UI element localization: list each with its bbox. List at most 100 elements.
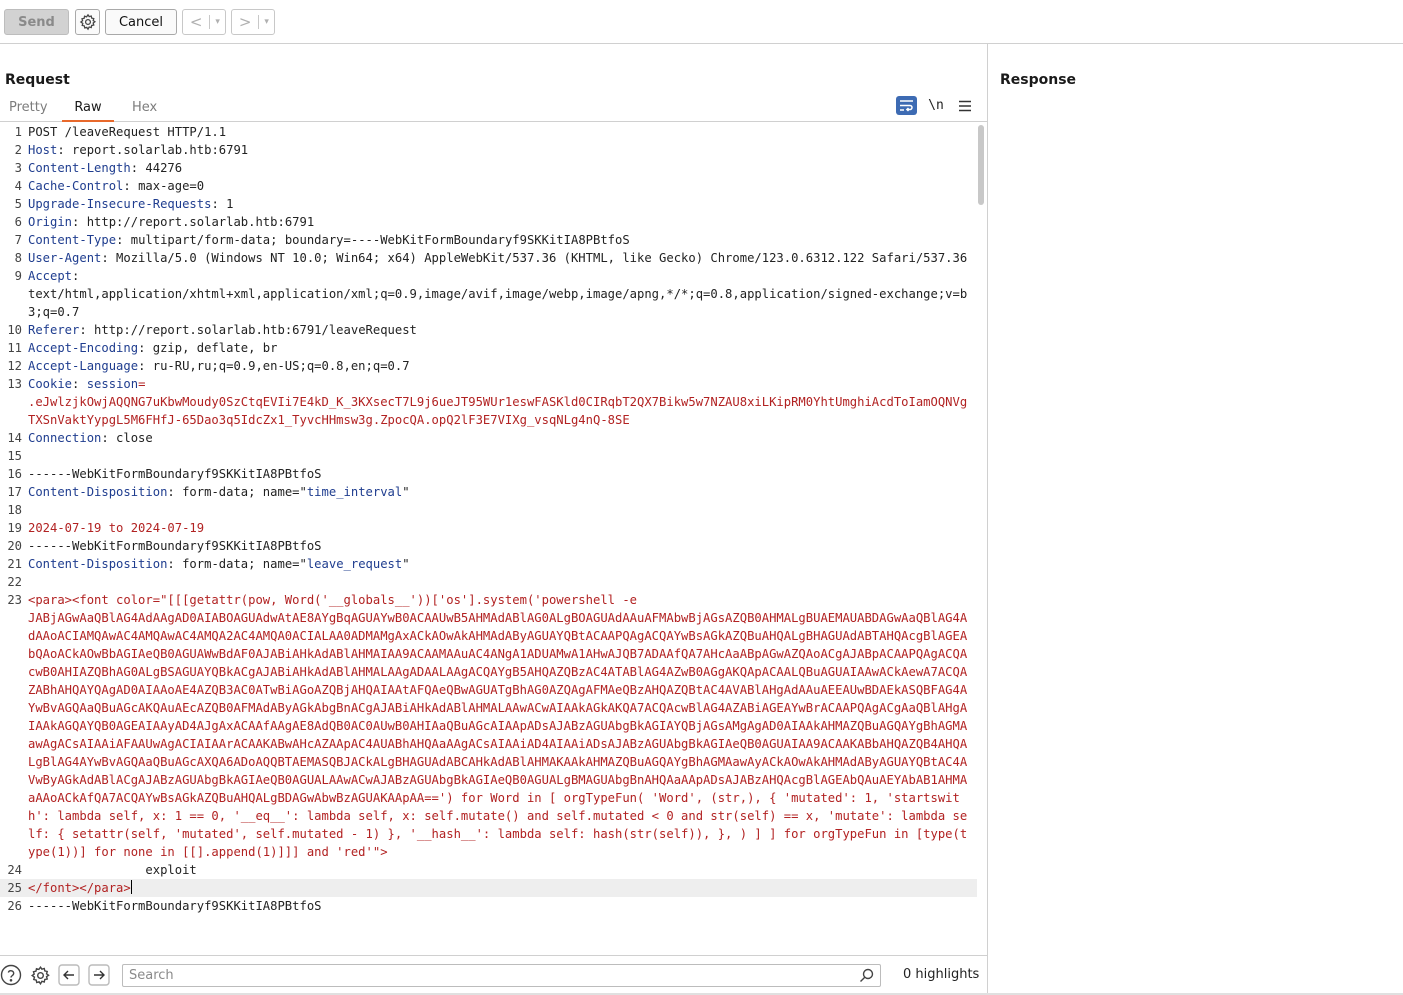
code-line[interactable]: 12 Accept-Language: ru-RU,ru;q=0.9,en-US;… <box>0 357 977 375</box>
search-input[interactable] <box>123 965 843 986</box>
tab-pretty[interactable]: Pretty <box>9 100 48 122</box>
response-pane-title: Response <box>1000 72 1077 88</box>
chevron-down-icon[interactable]: ▾ <box>210 17 225 27</box>
line-text: ------WebKitFormBoundaryf9SKKitIA8PBtfoS <box>28 465 973 483</box>
show-newlines-toggle[interactable]: \n <box>925 98 947 113</box>
code-token: Accept <box>28 269 73 283</box>
code-line[interactable]: 8 User-Agent: Mozilla/5.0 (Windows NT 10.… <box>0 249 977 267</box>
code-token: exploit <box>28 863 197 877</box>
code-line[interactable]: 20 ------WebKitFormBoundaryf9SKKitIA8PBtf… <box>0 537 977 555</box>
line-number: 5 <box>14 197 22 211</box>
tab-hex[interactable]: Hex <box>132 100 157 122</box>
editor-menu-button[interactable] <box>955 100 975 112</box>
line-text: ​ <box>28 573 973 591</box>
code-token: Connection <box>28 431 102 445</box>
code-line[interactable]: 18 ​ <box>0 501 977 519</box>
code-token: Content-Disposition <box>28 485 168 499</box>
highlights-count: 0 highlights <box>903 967 980 982</box>
code-line[interactable]: 3 Content-Length: 44276 <box>0 159 977 177</box>
code-line[interactable]: 24 exploit <box>0 861 977 879</box>
search-settings-button[interactable] <box>29 964 51 986</box>
code-token: : http://report.solarlab.htb:6791 <box>72 215 315 229</box>
send-button[interactable]: Send <box>4 9 69 35</box>
chevron-down-icon[interactable]: ▾ <box>259 17 274 27</box>
code-line[interactable]: 21 Content-Disposition: form-data; name="… <box>0 555 977 573</box>
scrollbar-thumb[interactable] <box>978 125 984 205</box>
previous-match-button[interactable] <box>58 964 80 986</box>
line-number: 2 <box>14 143 22 157</box>
line-text: Connection: close <box>28 429 973 447</box>
code-line[interactable]: 1 POST /leaveRequest HTTP/1.1 <box>0 123 977 141</box>
code-line[interactable]: 10 Referer: http://report.solarlab.htb:67… <box>0 321 977 339</box>
code-token: Accept-Language <box>28 359 139 373</box>
code-line[interactable]: 17 Content-Disposition: form-data; name="… <box>0 483 977 501</box>
history-forward-button[interactable]: > ▾ <box>231 9 275 35</box>
tab-raw[interactable]: Raw <box>62 100 114 122</box>
code-token: : 1 <box>211 197 234 211</box>
help-icon <box>0 964 22 986</box>
line-number: 11 <box>7 341 22 355</box>
code-token: <para><font color="[[[getattr(pow, Word(… <box>28 593 968 859</box>
arrow-left-icon <box>58 964 80 986</box>
code-line[interactable]: 22 ​ <box>0 573 977 591</box>
line-text: Accept-Encoding: gzip, deflate, br <box>28 339 973 357</box>
code-token: Accept-Encoding <box>28 341 139 355</box>
code-token: session <box>86 377 139 391</box>
code-token: : report.solarlab.htb:6791 <box>57 143 249 157</box>
history-back-button[interactable]: < ▾ <box>182 9 226 35</box>
code-line[interactable]: 6 Origin: http://report.solarlab.htb:6791 <box>0 213 977 231</box>
line-number: 23 <box>7 593 22 607</box>
code-token: leave_request <box>306 557 403 571</box>
code-line[interactable]: 15 ​ <box>0 447 977 465</box>
code-line[interactable]: 2 Host: report.solarlab.htb:6791 <box>0 141 977 159</box>
line-number: 13 <box>7 377 22 391</box>
raw-request-editor[interactable]: 1 POST /leaveRequest HTTP/1.1 2 Host: repor… <box>0 123 977 953</box>
code-line[interactable]: 14 Connection: close <box>0 429 977 447</box>
code-token: : ru-RU,ru;q=0.9,en-US;q=0.8,en;q=0.7 <box>138 359 410 373</box>
code-token: : form-data; name=" <box>167 557 307 571</box>
code-line[interactable]: 4 Cache-Control: max-age=0 <box>0 177 977 195</box>
request-view-tabs: Pretty Raw Hex \n <box>0 96 987 122</box>
code-token: : <box>72 377 87 391</box>
pane-divider[interactable] <box>987 44 988 995</box>
line-number: 9 <box>14 269 22 283</box>
code-line[interactable]: 11 Accept-Encoding: gzip, deflate, br <box>0 339 977 357</box>
code-token: : Mozilla/5.0 (Windows NT 10.0; Win64; x… <box>101 251 968 265</box>
line-text: ------WebKitFormBoundaryf9SKKitIA8PBtfoS <box>28 897 973 915</box>
line-number: 1 <box>14 125 22 139</box>
line-text: Accept-Language: ru-RU,ru;q=0.9,en-US;q=… <box>28 357 973 375</box>
code-line[interactable]: 26 ------WebKitFormBoundaryf9SKKitIA8PBtf… <box>0 897 977 915</box>
code-token: Content-Length <box>28 161 131 175</box>
next-match-button[interactable] <box>88 964 110 986</box>
code-token: time_interval <box>306 485 403 499</box>
code-line[interactable]: 16 ------WebKitFormBoundaryf9SKKitIA8PBtf… <box>0 465 977 483</box>
line-text: User-Agent: Mozilla/5.0 (Windows NT 10.0… <box>28 249 973 267</box>
code-line[interactable]: 25 </font></para> <box>0 879 977 897</box>
line-text: ​ <box>28 501 973 519</box>
code-line[interactable]: 19 2024-07-19 to 2024-07-19 <box>0 519 977 537</box>
editor-scrollbar[interactable] <box>977 123 985 953</box>
line-number: 21 <box>7 557 22 571</box>
text-caret <box>130 880 132 894</box>
chevron-right-icon: > <box>238 13 252 31</box>
line-number: 15 <box>7 449 22 463</box>
line-text: Content-Type: multipart/form-data; bound… <box>28 231 973 249</box>
code-line[interactable]: 7 Content-Type: multipart/form-data; boun… <box>0 231 977 249</box>
line-text: ​ <box>28 447 973 465</box>
line-number: 17 <box>7 485 22 499</box>
code-line[interactable]: 9 Accept: text/html,application/xhtml+xml… <box>0 267 977 321</box>
word-wrap-toggle[interactable] <box>896 96 917 115</box>
code-token: Content-Type <box>28 233 117 247</box>
line-number: 16 <box>7 467 22 481</box>
code-line[interactable]: 13 Cookie: session= .eJwlzjkOwjAQQNG7uKbw… <box>0 375 977 429</box>
help-button[interactable] <box>0 964 22 986</box>
line-number: 12 <box>7 359 22 373</box>
code-line[interactable]: 23 <para><font color="[[[getattr(pow, Wor… <box>0 591 977 861</box>
line-text: POST /leaveRequest HTTP/1.1 <box>28 123 973 141</box>
cancel-button[interactable]: Cancel <box>105 9 177 35</box>
line-number: 18 <box>7 503 22 517</box>
settings-button[interactable] <box>75 9 100 35</box>
code-token: User-Agent <box>28 251 102 265</box>
code-line[interactable]: 5 Upgrade-Insecure-Requests: 1 <box>0 195 977 213</box>
code-token: POST /leaveRequest HTTP/1.1 <box>28 125 227 139</box>
